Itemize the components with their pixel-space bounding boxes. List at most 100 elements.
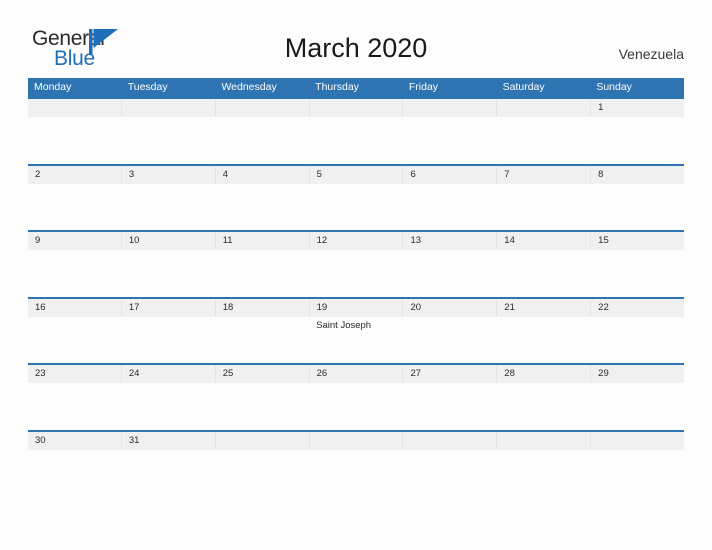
day-event[interactable] bbox=[403, 383, 497, 429]
day-number[interactable]: 11 bbox=[216, 232, 310, 250]
day-event[interactable] bbox=[403, 184, 497, 230]
day-number[interactable] bbox=[216, 431, 310, 450]
day-number[interactable]: 3 bbox=[122, 165, 216, 184]
day-event[interactable] bbox=[497, 184, 591, 230]
day-number[interactable]: 5 bbox=[310, 165, 404, 184]
day-event[interactable] bbox=[403, 117, 497, 163]
day-number[interactable] bbox=[310, 99, 404, 117]
day-number[interactable]: 29 bbox=[591, 365, 684, 383]
day-number[interactable] bbox=[497, 99, 592, 117]
day-event[interactable] bbox=[590, 317, 684, 363]
day-number[interactable]: 27 bbox=[403, 365, 498, 383]
day-event[interactable] bbox=[28, 117, 122, 163]
day-number[interactable]: 21 bbox=[497, 298, 592, 317]
day-event[interactable] bbox=[497, 383, 591, 429]
day-event[interactable] bbox=[403, 450, 497, 496]
day-event[interactable] bbox=[497, 450, 591, 496]
day-number[interactable]: 23 bbox=[28, 365, 122, 383]
week-event-band bbox=[28, 450, 684, 496]
day-event[interactable] bbox=[403, 250, 497, 296]
day-event[interactable] bbox=[309, 383, 403, 429]
weekday-header-tuesday: Tuesday bbox=[127, 81, 168, 93]
day-number[interactable]: 22 bbox=[591, 299, 684, 317]
day-number[interactable] bbox=[122, 99, 216, 117]
day-number[interactable]: 20 bbox=[403, 298, 498, 317]
day-number[interactable]: 2 bbox=[28, 165, 122, 184]
day-number[interactable]: 12 bbox=[310, 232, 404, 250]
day-event[interactable] bbox=[122, 117, 216, 163]
day-event[interactable] bbox=[309, 184, 403, 230]
day-number[interactable]: 4 bbox=[216, 165, 310, 184]
day-number[interactable]: 30 bbox=[28, 431, 122, 450]
week-event-band bbox=[28, 383, 684, 429]
day-number[interactable]: 7 bbox=[497, 165, 592, 184]
calendar-week-row: 1 bbox=[28, 97, 684, 164]
day-event[interactable] bbox=[590, 383, 684, 429]
day-number[interactable]: 17 bbox=[122, 298, 216, 317]
day-number[interactable]: 9 bbox=[28, 232, 122, 250]
day-number[interactable]: 13 bbox=[403, 232, 498, 250]
day-event[interactable] bbox=[497, 317, 591, 363]
day-number[interactable]: 24 bbox=[122, 365, 216, 383]
day-number[interactable] bbox=[591, 432, 684, 450]
day-event[interactable] bbox=[403, 317, 497, 363]
day-number[interactable]: 6 bbox=[403, 165, 498, 184]
calendar-week-row: 23 24 25 26 27 28 29 bbox=[28, 363, 684, 430]
calendar-week-row: 16 17 18 19 20 21 22 Saint Joseph bbox=[28, 296, 684, 364]
day-number[interactable]: 18 bbox=[216, 298, 310, 317]
day-event[interactable] bbox=[309, 117, 403, 163]
day-event[interactable] bbox=[28, 250, 122, 296]
day-number[interactable]: 28 bbox=[497, 365, 592, 383]
day-event[interactable] bbox=[497, 117, 591, 163]
day-number[interactable]: 31 bbox=[122, 431, 216, 450]
day-number[interactable]: 1 bbox=[591, 99, 684, 117]
page-header: General Blue March 2020 Venezuela bbox=[0, 0, 712, 76]
day-number[interactable] bbox=[403, 431, 498, 450]
week-event-band bbox=[28, 117, 684, 163]
day-event[interactable] bbox=[497, 250, 591, 296]
day-event[interactable] bbox=[122, 383, 216, 429]
day-event[interactable] bbox=[309, 250, 403, 296]
day-number[interactable]: 19 bbox=[310, 298, 404, 317]
day-event[interactable] bbox=[28, 317, 122, 363]
day-number[interactable]: 26 bbox=[310, 365, 404, 383]
day-event[interactable] bbox=[28, 383, 122, 429]
week-date-band: 1 bbox=[28, 99, 684, 117]
day-event[interactable] bbox=[122, 450, 216, 496]
day-event[interactable] bbox=[215, 117, 309, 163]
day-event[interactable] bbox=[590, 450, 684, 496]
day-number[interactable]: 10 bbox=[122, 232, 216, 250]
week-date-band: 9 10 11 12 13 14 15 bbox=[28, 232, 684, 250]
day-number[interactable]: 14 bbox=[497, 232, 592, 250]
day-number[interactable]: 16 bbox=[28, 298, 122, 317]
week-event-band bbox=[28, 250, 684, 296]
day-event[interactable] bbox=[122, 184, 216, 230]
day-event[interactable]: Saint Joseph bbox=[309, 317, 403, 363]
day-number[interactable] bbox=[403, 99, 498, 117]
weekday-header-thursday: Thursday bbox=[315, 81, 359, 93]
day-number[interactable]: 25 bbox=[216, 365, 310, 383]
day-number[interactable]: 8 bbox=[591, 166, 684, 184]
day-event[interactable] bbox=[215, 184, 309, 230]
day-event[interactable] bbox=[309, 450, 403, 496]
day-event[interactable] bbox=[215, 317, 309, 363]
weekday-header-sunday: Sunday bbox=[596, 81, 632, 93]
day-event[interactable] bbox=[28, 450, 122, 496]
day-event[interactable] bbox=[590, 184, 684, 230]
day-number[interactable] bbox=[310, 431, 404, 450]
day-number[interactable] bbox=[216, 99, 310, 117]
calendar-weekday-header: Monday Tuesday Wednesday Thursday Friday… bbox=[28, 78, 684, 97]
day-event[interactable] bbox=[215, 450, 309, 496]
day-event[interactable] bbox=[215, 250, 309, 296]
day-event[interactable] bbox=[122, 317, 216, 363]
day-event[interactable] bbox=[215, 383, 309, 429]
day-number[interactable] bbox=[497, 431, 592, 450]
calendar-grid: Monday Tuesday Wednesday Thursday Friday… bbox=[28, 78, 684, 496]
day-event[interactable] bbox=[590, 117, 684, 163]
week-date-band: 23 24 25 26 27 28 29 bbox=[28, 365, 684, 383]
day-number[interactable] bbox=[28, 99, 122, 117]
day-event[interactable] bbox=[28, 184, 122, 230]
day-event[interactable] bbox=[122, 250, 216, 296]
day-number[interactable]: 15 bbox=[591, 232, 684, 250]
day-event[interactable] bbox=[590, 250, 684, 296]
